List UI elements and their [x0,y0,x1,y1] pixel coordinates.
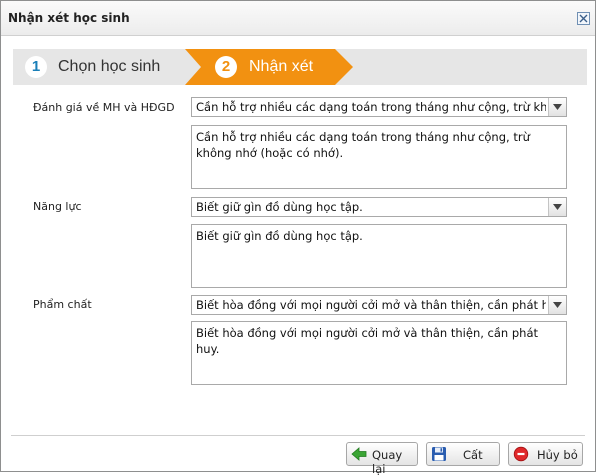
chevron-down-icon [553,302,562,308]
save-button-label: Cất [463,448,483,462]
save-button[interactable]: Cất [426,442,500,466]
close-button[interactable] [577,12,590,25]
close-icon [579,14,588,23]
cancel-button[interactable]: Hủy bỏ [508,442,583,466]
nang-luc-label: Năng lực [33,200,82,213]
mh-hdgd-selected-value: Cần hỗ trợ nhiều các dạng toán trong thá… [196,100,546,114]
mh-hdgd-dropdown-button[interactable] [548,98,566,116]
wizard-steps: 1 Chọn học sinh 2 Nhận xét [13,49,587,85]
back-button[interactable]: Quay lại [346,442,418,476]
cancel-icon [513,446,529,462]
step-2-label: Nhận xét [249,58,314,75]
title-bar: Nhận xét học sinh [1,1,595,36]
nang-luc-dropdown-button[interactable] [548,198,566,216]
step-1-number: 1 [25,56,47,78]
step-1-label: Chọn học sinh [58,58,161,75]
mh-hdgd-textarea[interactable]: Cần hỗ trợ nhiều các dạng toán trong thá… [191,125,567,189]
chevron-down-icon [553,104,562,110]
step-comment[interactable]: 2 Nhận xét [185,49,353,85]
pham-chat-selected-value: Biết hòa đồng với mọi người cởi mở và th… [196,298,546,312]
nang-luc-select[interactable]: Biết giữ gìn đồ dùng học tập. [191,197,567,217]
pham-chat-select[interactable]: Biết hòa đồng với mọi người cởi mở và th… [191,295,567,315]
cancel-button-label: Hủy bỏ [537,448,578,462]
floppy-disk-icon [432,447,446,461]
mh-hdgd-label: Đánh giá về MH và HĐGD [33,101,175,114]
back-arrow-icon [351,447,367,461]
pham-chat-dropdown-button[interactable] [548,296,566,314]
step-2-number: 2 [215,56,237,78]
mh-hdgd-select[interactable]: Cần hỗ trợ nhiều các dạng toán trong thá… [191,97,567,117]
chevron-down-icon [553,204,562,210]
step-choose-student[interactable]: 1 Chọn học sinh [13,49,193,85]
pham-chat-textarea[interactable]: Biết hòa đồng với mọi người cởi mở và th… [191,321,567,385]
dialog-title: Nhận xét học sinh [8,11,130,25]
pham-chat-label: Phẩm chất [33,298,92,311]
footer-divider [11,435,585,436]
nang-luc-selected-value: Biết giữ gìn đồ dùng học tập. [196,200,363,214]
nang-luc-textarea[interactable]: Biết giữ gìn đồ dùng học tập. [191,224,567,288]
comment-dialog: Nhận xét học sinh 1 Chọn học sinh 2 Nhận… [0,0,596,476]
